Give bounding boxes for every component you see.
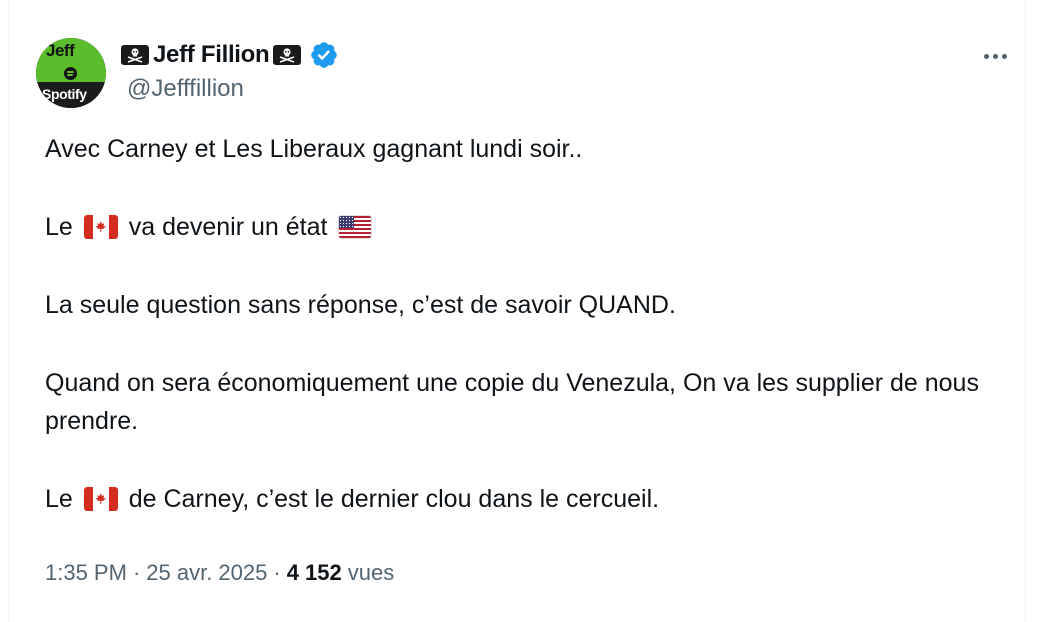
tweet-card: Jeff Spotify Jeff Fillion @Jefffillion A… [8, 0, 1026, 622]
tweet-line-part: Le [45, 485, 73, 513]
tweet-line: Quand on sera économiquement une copie d… [45, 369, 979, 435]
meta-separator: · [132, 560, 141, 585]
tweet-paragraph: Le de Carney, c’est le dernier clou dans… [45, 480, 1020, 518]
author-handle[interactable]: @Jefffillion [127, 75, 244, 103]
tweet-paragraph: La seule question sans réponse, c’est de… [45, 286, 1020, 324]
tweet-text: Avec Carney et Les Liberaux gagnant lund… [45, 130, 1020, 558]
dot [1001, 53, 1007, 59]
avatar[interactable]: Jeff Spotify [36, 38, 106, 108]
pirate-flag-icon [273, 45, 302, 65]
tweet-line-part: Le [45, 213, 73, 241]
more-options-icon[interactable] [978, 45, 1012, 67]
tweet-line: Avec Carney et Les Liberaux gagnant lund… [45, 135, 583, 163]
tweet-date[interactable]: 25 avr. 2025 [146, 560, 267, 586]
verified-badge-icon[interactable] [309, 40, 339, 70]
author-display-name[interactable]: Jeff Fillion [153, 41, 270, 69]
dot [992, 53, 998, 59]
tweet-paragraph: Quand on sera économiquement une copie d… [45, 364, 1020, 440]
spotify-logo-icon [64, 67, 77, 80]
canada-flag-icon [83, 487, 118, 511]
meta-separator: · [273, 560, 281, 585]
pirate-flag-icon [121, 45, 149, 65]
views-count[interactable]: 4 152 [287, 560, 342, 586]
tweet-meta: 1:35 PM · 25 avr. 2025 · 4 152 vues [45, 560, 394, 586]
author-name-row[interactable]: Jeff Fillion [119, 40, 339, 70]
tweet-time[interactable]: 1:35 PM [45, 560, 127, 586]
tweet-line-part: va devenir un état [128, 213, 328, 241]
tweet-paragraph: Le va devenir un état [45, 208, 1020, 246]
dot [983, 53, 989, 59]
avatar-text-bottom: Spotify [42, 86, 87, 102]
tweet-line: La seule question sans réponse, c’est de… [45, 291, 676, 319]
views-label: vues [347, 560, 395, 585]
tweet-line-part: de Carney, c’est le dernier clou dans le… [128, 485, 660, 513]
canada-flag-icon [83, 215, 118, 239]
usa-flag-icon [338, 215, 373, 239]
tweet-paragraph: Avec Carney et Les Liberaux gagnant lund… [45, 130, 1020, 168]
avatar-text-top: Jeff [46, 41, 75, 60]
